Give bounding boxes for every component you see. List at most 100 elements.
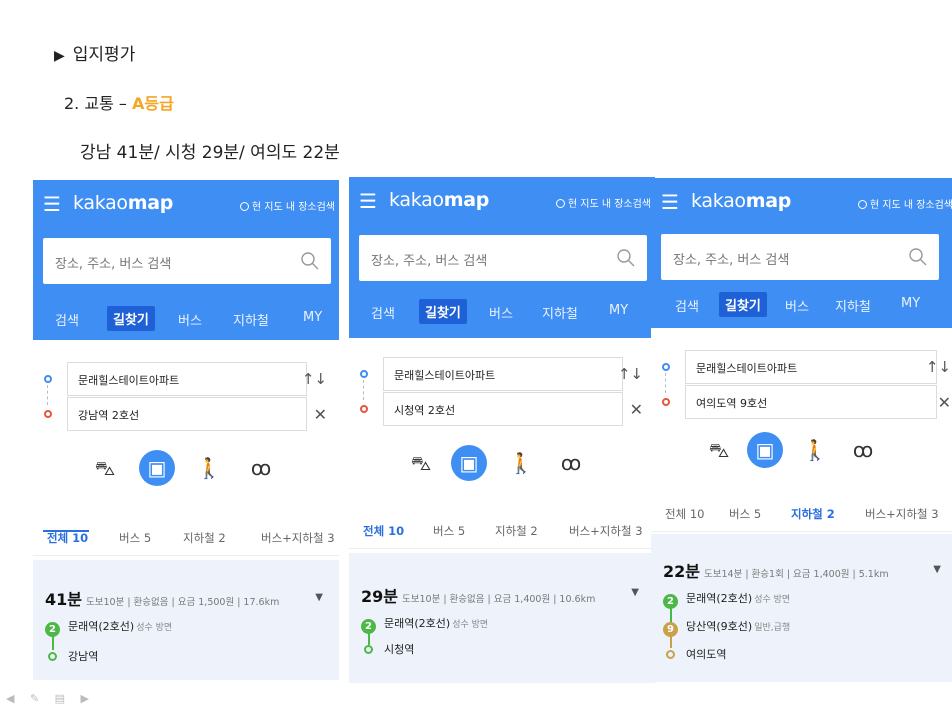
search-box[interactable]: 장소, 주소, 버스 검색 xyxy=(43,238,331,284)
origin-field[interactable]: 문래힐스테이트아파트 xyxy=(67,362,307,396)
radio-icon xyxy=(857,200,867,209)
triangle-bullet-icon: ▶ xyxy=(54,48,65,64)
walk-icon[interactable]: 🚶 xyxy=(503,445,539,481)
search-icon[interactable] xyxy=(907,246,929,268)
swap-icon[interactable]: ↑↓ xyxy=(302,370,327,388)
brand-logo: kakaomap xyxy=(389,189,490,211)
car-icon[interactable]: ⛍ xyxy=(701,432,737,468)
bus-icon[interactable]: ▣ xyxy=(747,432,783,468)
line-2-badge-icon: 2 xyxy=(663,594,678,609)
chevron-down-icon[interactable]: ▼ xyxy=(933,564,941,575)
tab-subway[interactable]: 지하철 xyxy=(233,310,269,329)
clear-icon[interactable]: ✕ xyxy=(938,393,951,412)
arrival-marker-icon xyxy=(364,645,373,654)
line-2-badge-icon: 2 xyxy=(45,622,60,637)
nav-tabs: 검색 길찾기 버스 지하철 MY xyxy=(349,297,655,327)
filter-bus-subway[interactable]: 버스+지하철 3 xyxy=(865,506,939,522)
route-duration: 29분 xyxy=(361,587,398,606)
here-search-toggle[interactable]: 현 지도 내 장소검색 xyxy=(239,198,335,213)
filter-subway[interactable]: 지하철 2 xyxy=(791,506,835,522)
stop-item: 시청역 xyxy=(361,641,414,657)
bike-icon[interactable]: ꝏ xyxy=(845,432,881,468)
search-box[interactable]: 장소, 주소, 버스 검색 xyxy=(359,235,647,281)
destination-field[interactable]: 여의도역 9호선 xyxy=(685,385,937,419)
filter-bus[interactable]: 버스 5 xyxy=(433,523,465,539)
hamburger-icon[interactable]: ☰ xyxy=(661,192,679,212)
route-result[interactable]: 29분 도보10분 | 환승없음 | 요금 1,400원 | 10.6km ▼ 2… xyxy=(349,553,655,683)
search-input[interactable]: 장소, 주소, 버스 검색 xyxy=(55,253,171,272)
tab-directions[interactable]: 길찾기 xyxy=(719,292,767,317)
swap-icon[interactable]: ↑↓ xyxy=(618,365,643,383)
stop-item: 2 문래역(2호선) 성수 방면 xyxy=(361,615,488,634)
search-input[interactable]: 장소, 주소, 버스 검색 xyxy=(371,250,487,269)
stop-item: 강남역 xyxy=(45,648,98,664)
transport-modes: ⛍ ▣ 🚶 ꝏ xyxy=(349,445,655,481)
filter-all[interactable]: 전체 10 xyxy=(363,523,404,539)
here-search-toggle[interactable]: 현 지도 내 장소검색 xyxy=(555,195,651,210)
search-icon[interactable] xyxy=(299,250,321,272)
filter-bus[interactable]: 버스 5 xyxy=(729,506,761,522)
route-result[interactable]: 22분 도보14분 | 환승1회 | 요금 1,400원 | 5.1km ▼ 2문… xyxy=(651,534,952,682)
car-icon[interactable]: ⛍ xyxy=(87,450,123,486)
tab-my[interactable]: MY xyxy=(303,310,322,325)
slide-nav-icons[interactable]: ◀ ✎ ▤ ▶ xyxy=(6,692,95,705)
destination-field[interactable]: 강남역 2호선 xyxy=(67,397,307,431)
destination-field[interactable]: 시청역 2호선 xyxy=(383,392,623,426)
tab-directions[interactable]: 길찾기 xyxy=(107,306,155,331)
result-filters: 전체 10 버스 5 지하철 2 버스+지하철 3 xyxy=(349,513,655,549)
route-duration: 41분 xyxy=(45,590,82,609)
bus-icon[interactable]: ▣ xyxy=(451,445,487,481)
here-search-toggle[interactable]: 현 지도 내 장소검색 xyxy=(857,196,952,211)
chevron-down-icon[interactable]: ▼ xyxy=(315,592,323,603)
bike-icon[interactable]: ꝏ xyxy=(243,450,279,486)
filter-subway[interactable]: 지하철 2 xyxy=(495,523,538,539)
search-icon[interactable] xyxy=(615,247,637,269)
tab-search[interactable]: 검색 xyxy=(371,303,395,322)
tab-my[interactable]: MY xyxy=(901,296,920,311)
chevron-down-icon[interactable]: ▼ xyxy=(631,587,639,598)
filter-all[interactable]: 전체 10 xyxy=(47,530,88,546)
route-meta: 도보14분 | 환승1회 | 요금 1,400원 | 5.1km xyxy=(704,569,889,580)
origin-field[interactable]: 문래힐스테이트아파트 xyxy=(685,350,937,384)
route-meta: 도보10분 | 환승없음 | 요금 1,400원 | 10.6km xyxy=(402,594,596,605)
walk-icon[interactable]: 🚶 xyxy=(797,432,833,468)
result-filters: 전체 10 버스 5 지하철 2 버스+지하철 3 xyxy=(651,496,952,532)
swap-icon[interactable]: ↑↓ xyxy=(926,358,951,376)
origin-field[interactable]: 문래힐스테이트아파트 xyxy=(383,357,623,391)
nav-tabs: 검색 길찾기 버스 지하철 MY xyxy=(33,304,339,334)
stop-item: 9 당산역(9호선) 일반,급행 xyxy=(663,618,790,637)
tab-search[interactable]: 검색 xyxy=(675,296,699,315)
transport-modes: ⛍ ▣ 🚶 ꝏ xyxy=(33,450,339,486)
origin-marker-icon xyxy=(44,375,52,383)
tab-search[interactable]: 검색 xyxy=(55,310,79,329)
filter-subway[interactable]: 지하철 2 xyxy=(183,530,226,546)
tab-bus[interactable]: 버스 xyxy=(489,303,513,322)
tab-bus[interactable]: 버스 xyxy=(785,296,809,315)
tab-directions[interactable]: 길찾기 xyxy=(419,299,467,324)
filter-bus-subway[interactable]: 버스+지하철 3 xyxy=(261,530,335,546)
arrival-marker-icon xyxy=(666,650,675,659)
tab-my[interactable]: MY xyxy=(609,303,628,318)
kakaomap-panel-yeouido: ☰ kakaomap 현 지도 내 장소검색 장소, 주소, 버스 검색 검색 … xyxy=(651,178,952,682)
car-icon[interactable]: ⛍ xyxy=(403,445,439,481)
origin-marker-icon xyxy=(360,370,368,378)
tab-subway[interactable]: 지하철 xyxy=(835,296,871,315)
hamburger-icon[interactable]: ☰ xyxy=(43,194,61,214)
active-filter-underline xyxy=(43,530,89,532)
route-result[interactable]: 41분 도보10분 | 환승없음 | 요금 1,500원 | 17.6km ▼ 2… xyxy=(33,560,339,680)
clear-icon[interactable]: ✕ xyxy=(630,400,643,419)
clear-icon[interactable]: ✕ xyxy=(314,405,327,424)
filter-bus-subway[interactable]: 버스+지하철 3 xyxy=(569,523,643,539)
search-box[interactable]: 장소, 주소, 버스 검색 xyxy=(661,234,939,280)
bike-icon[interactable]: ꝏ xyxy=(553,445,589,481)
tab-bus[interactable]: 버스 xyxy=(178,310,202,329)
search-input[interactable]: 장소, 주소, 버스 검색 xyxy=(673,249,789,268)
bus-icon[interactable]: ▣ xyxy=(139,450,175,486)
stop-item: 여의도역 xyxy=(663,646,726,662)
app-header: ☰ kakaomap 현 지도 내 장소검색 xyxy=(651,178,952,228)
filter-all[interactable]: 전체 10 xyxy=(665,506,704,522)
tab-subway[interactable]: 지하철 xyxy=(542,303,578,322)
filter-bus[interactable]: 버스 5 xyxy=(119,530,151,546)
walk-icon[interactable]: 🚶 xyxy=(191,450,227,486)
hamburger-icon[interactable]: ☰ xyxy=(359,191,377,211)
